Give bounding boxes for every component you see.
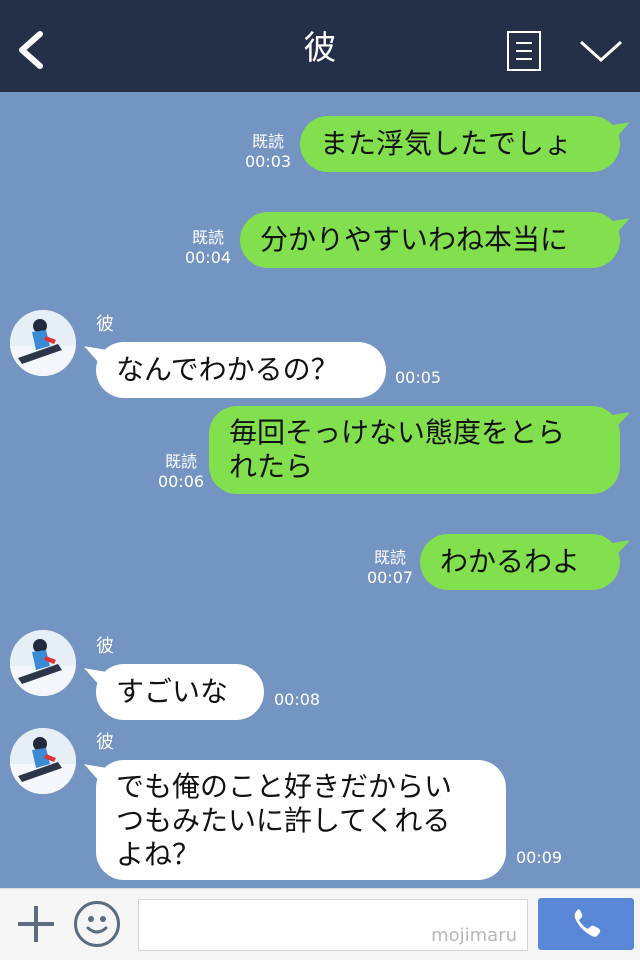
input-bar: mojimaru xyxy=(0,888,640,960)
message-bubble[interactable]: すごいな xyxy=(96,664,264,720)
message-bubble[interactable]: でも俺のこと好きだからい つもみたいに許してくれる よね？ xyxy=(96,760,506,880)
avatar[interactable] xyxy=(10,630,76,696)
sender-name: 彼 xyxy=(96,314,114,335)
message-text: でも俺のこと好きだからい xyxy=(116,770,453,803)
message-bubble[interactable]: 分かりやすいわね本当に xyxy=(240,212,620,268)
message-text: すごいな xyxy=(116,675,229,708)
chat-title: 彼 xyxy=(303,28,337,67)
message-time: 00:05 xyxy=(395,368,442,387)
message-bubble[interactable]: わかるわよ xyxy=(420,534,620,590)
message-text: れたら xyxy=(229,450,314,483)
message-input[interactable]: mojimaru xyxy=(138,899,528,951)
message-bubble[interactable]: 毎回そっけない態度をとら れたら xyxy=(209,406,620,494)
list-icon[interactable] xyxy=(507,31,541,71)
message-text: なんでわかるの？ xyxy=(116,353,339,386)
message-bubble[interactable]: なんでわかるの？ xyxy=(96,342,386,398)
phone-icon xyxy=(574,909,601,937)
watermark: mojimaru xyxy=(431,925,517,946)
sender-name: 彼 xyxy=(96,732,114,753)
read-receipt: 既読 xyxy=(373,548,406,567)
message-time: 00:07 xyxy=(366,568,414,587)
chevron-down-icon[interactable] xyxy=(578,38,624,64)
message-time: 00:08 xyxy=(274,690,321,709)
read-receipt: 既読 xyxy=(164,452,197,471)
message-list[interactable]: 既読 00:03 また浮気したでしょ 既読 00:04 分かりやすいわね本当に xyxy=(0,92,640,888)
message-text: よね？ xyxy=(116,838,201,871)
avatar[interactable] xyxy=(10,310,76,376)
avatar[interactable] xyxy=(10,728,76,794)
message-time: 00:06 xyxy=(157,472,205,491)
message-text: 毎回そっけない態度をとら xyxy=(229,416,566,449)
message-text: また浮気したでしょ xyxy=(320,127,573,160)
message-time: 00:09 xyxy=(516,848,563,867)
plus-icon[interactable] xyxy=(16,904,56,944)
message-time: 00:04 xyxy=(184,248,232,267)
call-button[interactable] xyxy=(538,898,634,950)
sender-name: 彼 xyxy=(96,636,114,657)
chat-header: 彼 xyxy=(0,0,640,92)
message-text: わかるわよ xyxy=(440,545,581,578)
message-text: 分かりやすいわね本当に xyxy=(260,223,569,256)
message-time: 00:03 xyxy=(244,152,292,171)
message-bubble[interactable]: また浮気したでしょ xyxy=(300,116,620,172)
smiley-icon[interactable] xyxy=(74,901,120,947)
read-receipt: 既読 xyxy=(251,132,284,151)
read-receipt: 既読 xyxy=(191,228,224,247)
message-text: つもみたいに許してくれる xyxy=(116,804,451,837)
